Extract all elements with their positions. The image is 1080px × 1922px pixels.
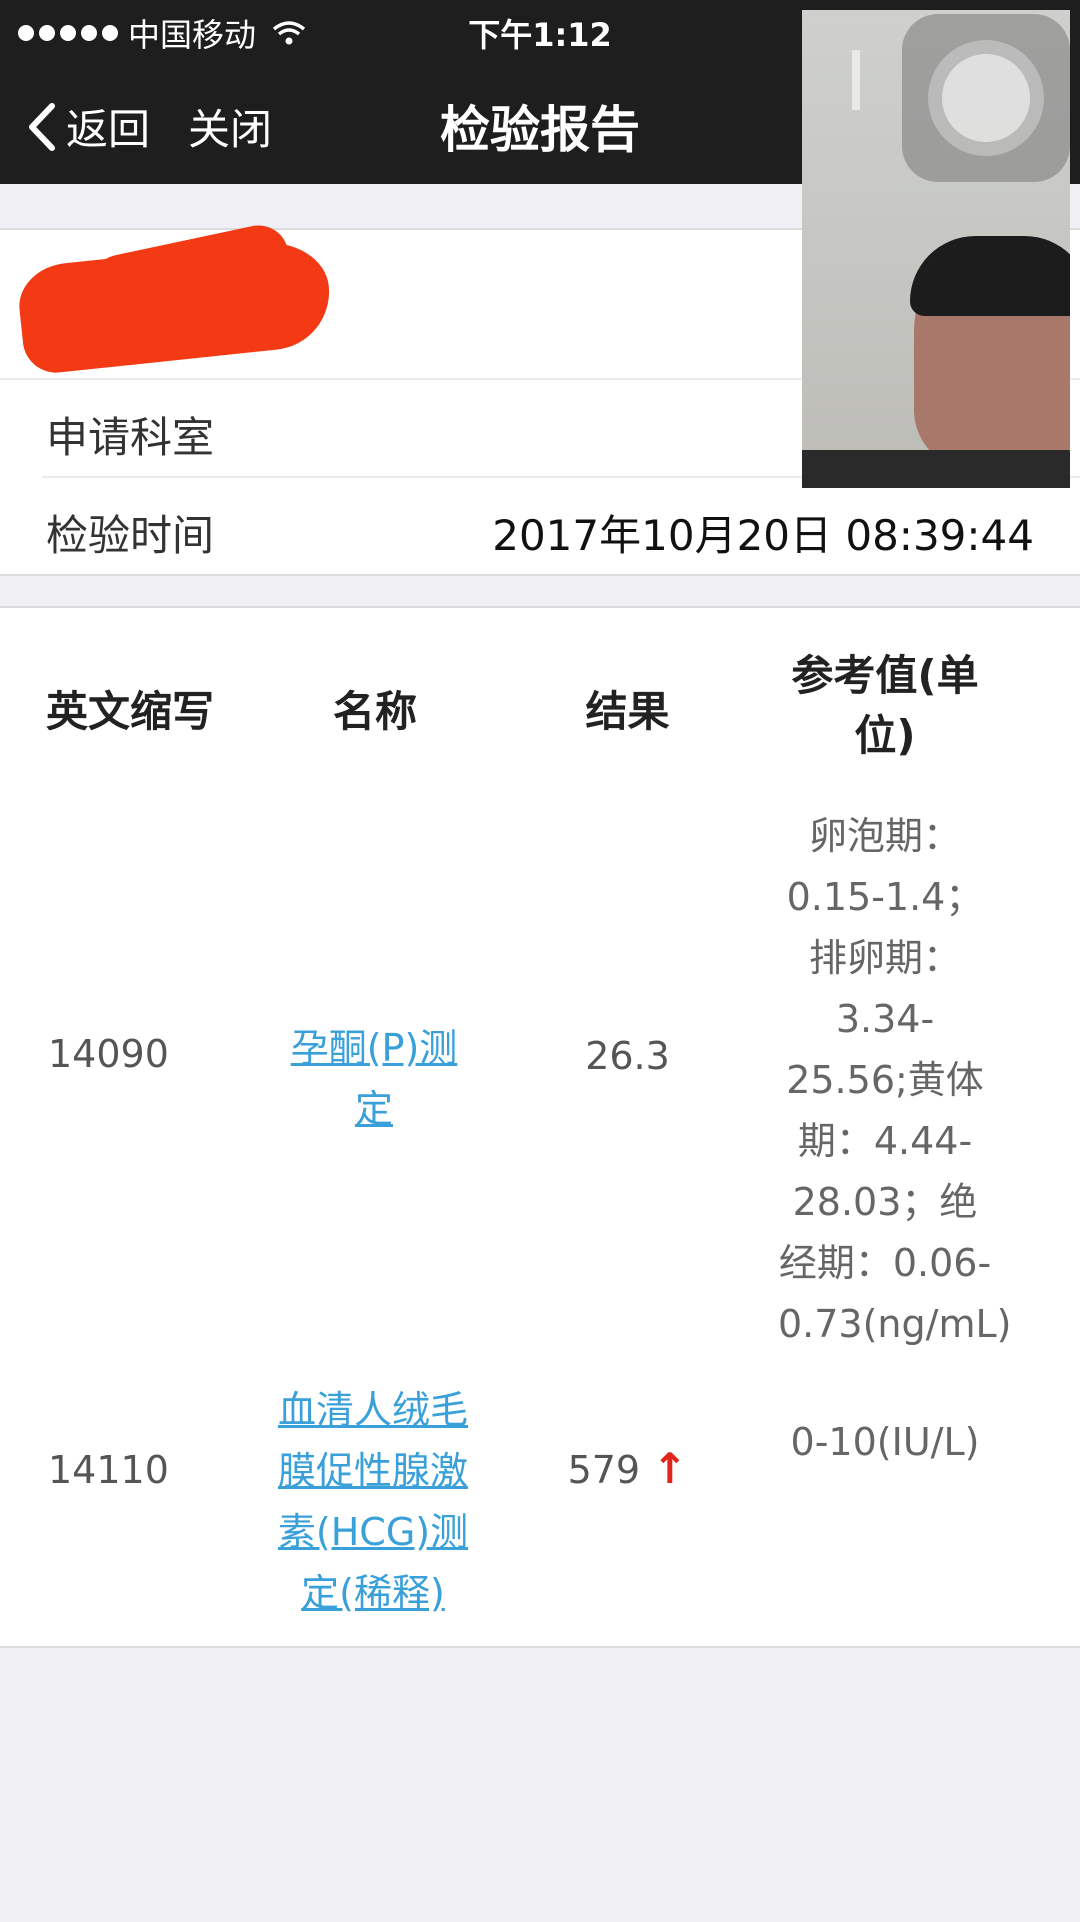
info-label: 申请科室 xyxy=(46,413,215,462)
row2-reference: 0-10(IU/L) xyxy=(790,1420,980,1464)
info-value: 2017年10月20日 08:39:44 xyxy=(492,511,1034,560)
assistive-touch-core xyxy=(942,54,1030,142)
column-header-abbr: 英文缩写 xyxy=(45,687,214,736)
caller-shirt xyxy=(802,450,1070,488)
results-table: 英文缩写 名称 结果 参考值(单位) 14090 孕酮(P)测定 26.3 卵泡… xyxy=(0,606,1080,1648)
row1-abbr: 14090 xyxy=(48,1032,169,1076)
row2-result-value: 579 xyxy=(567,1448,641,1492)
assistive-touch-icon[interactable] xyxy=(902,14,1070,182)
row2-abbr: 14110 xyxy=(48,1448,169,1492)
row2-result: 579 ↑ xyxy=(540,1438,715,1501)
row1-result: 26.3 xyxy=(540,1024,715,1087)
wall-detail xyxy=(852,50,860,110)
info-row-test-time: 检验时间 2017年10月20日 08:39:44 xyxy=(42,478,1080,574)
row2-name-link[interactable]: 血清人绒毛膜促性腺激素(HCG)测定(稀释) xyxy=(268,1380,478,1624)
caller-hair xyxy=(910,236,1070,316)
column-header-result: 结果 xyxy=(585,687,670,736)
row1-result-value: 26.3 xyxy=(585,1034,670,1078)
row1-reference: 卵泡期：0.15-1.4；排卵期：3.34-25.56;黄体期：4.44-28.… xyxy=(778,814,1012,1346)
arrow-up-icon: ↑ xyxy=(652,1444,688,1493)
column-header-name: 名称 xyxy=(332,687,417,736)
column-header-reference: 参考值(单位) xyxy=(791,651,979,760)
info-label: 检验时间 xyxy=(46,511,215,560)
row1-name-link[interactable]: 孕酮(P)测定 xyxy=(276,1018,472,1140)
